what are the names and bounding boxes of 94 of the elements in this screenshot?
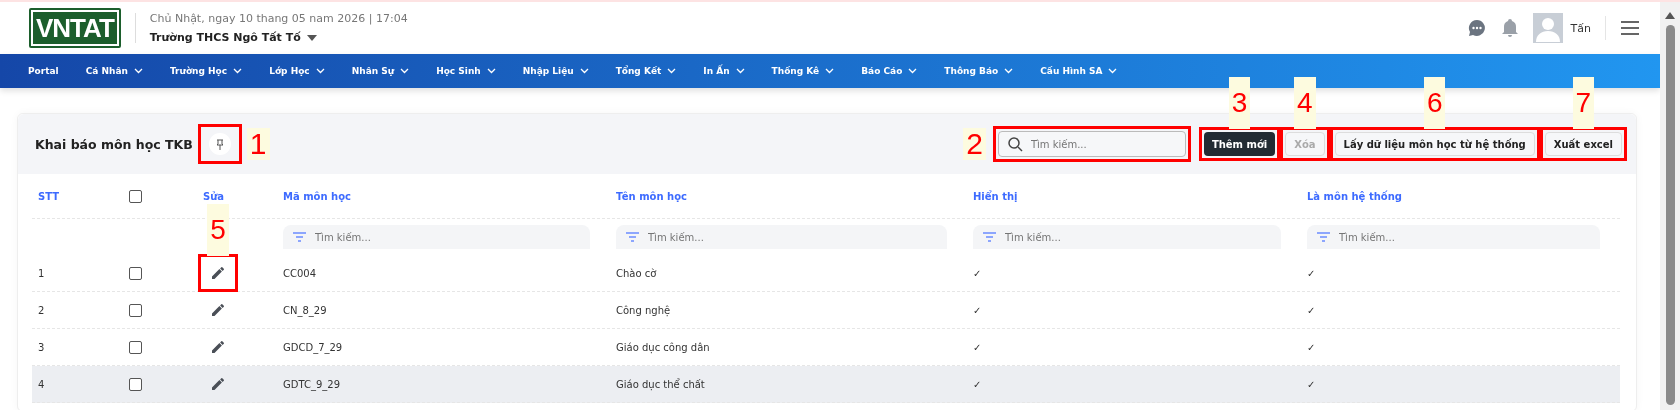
- bell-icon[interactable]: [1500, 18, 1519, 38]
- scrollbar[interactable]: [1660, 2, 1680, 410]
- callout-number: 4: [1294, 77, 1316, 129]
- table-cell: CN_8_29: [283, 304, 327, 316]
- menu-item[interactable]: Cá Nhân: [85, 66, 143, 76]
- chevron-down-icon: [908, 68, 918, 74]
- chevron-down-icon: [315, 68, 325, 74]
- chevron-down-icon: [133, 68, 143, 74]
- menu-item[interactable]: Cấu Hình SA: [1040, 66, 1118, 76]
- user-silhouette-icon: [1533, 15, 1562, 43]
- column-filter-field[interactable]: Tìm kiếm...: [973, 225, 1281, 249]
- table-cell: 3: [38, 341, 45, 353]
- callout-number: 6: [1423, 77, 1446, 129]
- menu-item[interactable]: Nhân Sự: [351, 66, 410, 76]
- pencil-icon[interactable]: [211, 340, 225, 354]
- table-cell: ✓: [973, 267, 982, 279]
- action-button[interactable]: Thêm mới: [1203, 132, 1276, 156]
- column-header[interactable]: Mã môn học: [283, 190, 351, 202]
- table-cell: ✓: [1307, 341, 1316, 353]
- table-cell: Chào cờ: [616, 267, 657, 279]
- row-checkbox[interactable]: [129, 266, 142, 280]
- menu-item[interactable]: Nhập Liệu: [522, 66, 589, 76]
- column-header[interactable]: Là môn hệ thống: [1307, 190, 1402, 202]
- filter-icon: [1317, 232, 1330, 242]
- column-header[interactable]: STT: [38, 190, 60, 202]
- logo: VNTAT: [29, 8, 121, 48]
- menu-icon[interactable]: [1620, 20, 1640, 36]
- menu-item[interactable]: Báo Cáo: [861, 66, 918, 76]
- menu-item[interactable]: Trường Học: [169, 66, 243, 76]
- column-header[interactable]: Hiển thị: [973, 190, 1018, 202]
- scroll-up-arrow-icon: [1665, 12, 1675, 19]
- chevron-down-icon: [1004, 68, 1014, 74]
- select-all-checkbox[interactable]: [129, 189, 142, 203]
- school-selector[interactable]: Trường THCS Ngô Tất Tố: [149, 31, 408, 44]
- table-cell: ✓: [973, 378, 982, 390]
- chevron-down-icon: [667, 68, 677, 74]
- row-checkbox[interactable]: [129, 340, 142, 354]
- callout-number: 1: [246, 128, 270, 160]
- chat-icon[interactable]: [1466, 18, 1487, 38]
- menu-item[interactable]: Thống Kê: [771, 66, 835, 76]
- table-cell: ✓: [1307, 378, 1316, 390]
- row-checkbox[interactable]: [129, 303, 142, 317]
- chevron-down-icon: [825, 68, 835, 74]
- menu-item[interactable]: Portal: [28, 66, 59, 76]
- table-cell: 2: [38, 304, 45, 316]
- caret-icon: [306, 34, 317, 41]
- filter-icon: [983, 232, 996, 242]
- action-button[interactable]: Xuất excel: [1544, 132, 1622, 156]
- pencil-icon[interactable]: [211, 377, 225, 391]
- table-cell: GDCD_7_29: [283, 341, 343, 353]
- action-button[interactable]: Lấy dữ liệu môn học từ hệ thống: [1334, 132, 1535, 156]
- table-cell: Giáo dục công dân: [616, 341, 710, 353]
- date-time: Chủ Nhật, ngay 10 thang 05 nam 2026 | 17:04: [149, 12, 408, 25]
- table-cell: Giáo dục thể chất: [616, 378, 705, 390]
- callout-number: 7: [1572, 77, 1595, 129]
- chevron-down-icon: [486, 68, 496, 74]
- column-header[interactable]: Tên môn học: [616, 190, 687, 202]
- scrollbar-thumb[interactable]: [1665, 25, 1675, 405]
- search-field[interactable]: Tìm kiếm...: [997, 131, 1186, 157]
- page-title: Khai báo môn học TKB: [35, 136, 193, 152]
- filter-icon: [293, 232, 306, 242]
- column-filter-field[interactable]: Tìm kiếm...: [1307, 225, 1600, 249]
- table-cell: GDTC_9_29: [283, 378, 341, 390]
- menu-item[interactable]: In Ấn: [703, 66, 745, 76]
- user-name: Tấn: [1570, 21, 1591, 35]
- chevron-down-icon: [579, 68, 589, 74]
- table-cell: ✓: [973, 341, 982, 353]
- row-checkbox[interactable]: [129, 377, 142, 391]
- search-icon: [1007, 137, 1023, 152]
- pin-icon: [215, 138, 224, 150]
- column-header[interactable]: Sửa: [203, 190, 225, 202]
- chevron-down-icon: [1108, 68, 1118, 74]
- pencil-icon[interactable]: [211, 303, 225, 317]
- chevron-down-icon: [735, 68, 745, 74]
- menu-item[interactable]: Học Sinh: [436, 66, 496, 76]
- menu-item[interactable]: Thông Báo: [944, 66, 1014, 76]
- table-cell: ✓: [1307, 267, 1316, 279]
- table-cell: Công nghệ: [616, 304, 671, 316]
- callout-number: 3: [1228, 77, 1251, 129]
- menu-item[interactable]: Lớp Học: [269, 66, 325, 76]
- chevron-down-icon: [400, 68, 410, 74]
- callout-number: 2: [963, 128, 986, 160]
- table-cell: CC004: [283, 267, 317, 279]
- chevron-down-icon: [233, 68, 243, 74]
- menu-item[interactable]: Tổng Kết: [615, 66, 677, 76]
- callout-number: 5: [207, 204, 229, 256]
- column-filter-field[interactable]: Tìm kiếm...: [616, 225, 947, 249]
- pencil-icon[interactable]: [211, 266, 225, 280]
- column-filter-field[interactable]: Tìm kiếm...: [283, 225, 590, 249]
- table-cell: ✓: [1307, 304, 1316, 316]
- table-cell: ✓: [973, 304, 982, 316]
- filter-icon: [626, 232, 639, 242]
- table-cell: 1: [38, 267, 45, 279]
- table-cell: 4: [38, 378, 45, 390]
